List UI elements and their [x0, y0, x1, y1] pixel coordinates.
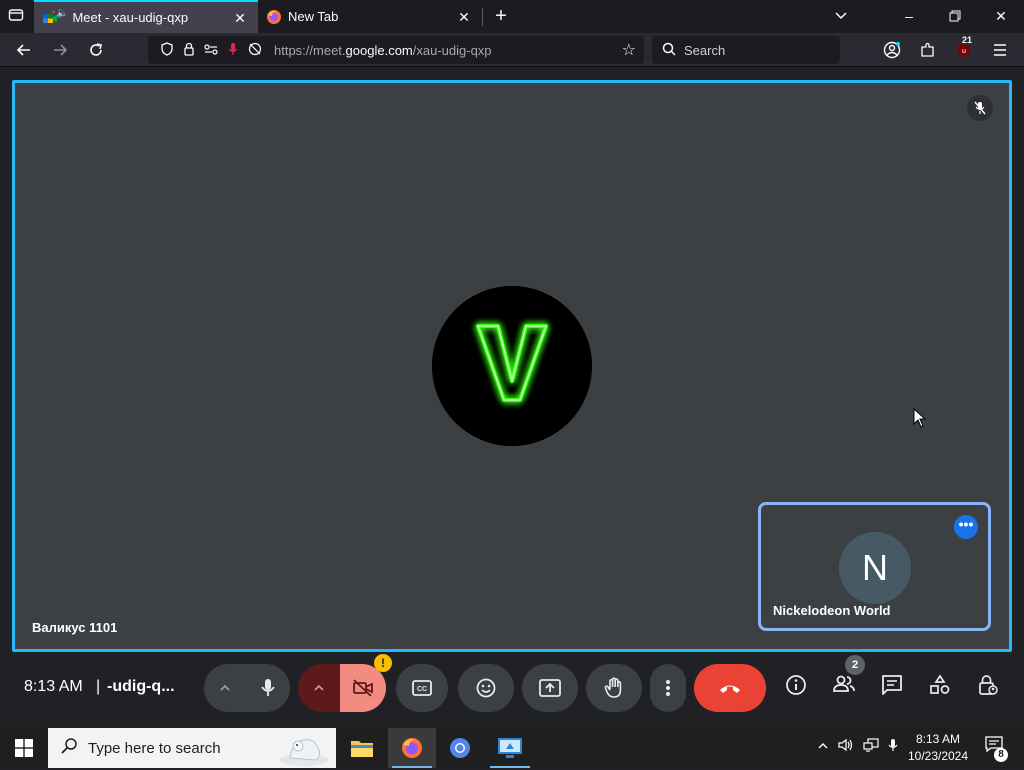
microphone-icon: [261, 679, 275, 696]
camera-off-icon: [353, 679, 373, 697]
extension-badge: 21: [960, 35, 975, 45]
search-icon: [60, 737, 78, 760]
lock-icon[interactable]: [178, 42, 200, 59]
hand-icon: [604, 677, 622, 698]
video-options-button[interactable]: [298, 664, 340, 712]
people-icon[interactable]: [830, 674, 858, 702]
camera-warning-badge: !: [374, 654, 392, 672]
leave-call-button[interactable]: [694, 664, 766, 712]
present-icon: [539, 679, 561, 697]
notification-count-badge: 8: [994, 748, 1008, 762]
address-bar[interactable]: https://meet.google.com/xau-udig-qxp ☆: [148, 36, 644, 64]
meeting-info-icon[interactable]: [782, 674, 810, 702]
raise-hand-button[interactable]: [586, 664, 642, 712]
windows-taskbar: Type here to search 8:13 AM 10/23/2024 8: [0, 728, 1024, 768]
reactions-button[interactable]: [458, 664, 514, 712]
back-button[interactable]: [12, 38, 36, 62]
hang-up-icon: [720, 685, 740, 693]
tab-new-tab[interactable]: New Tab ✕: [258, 0, 482, 33]
minimize-button[interactable]: –: [886, 0, 932, 33]
firefox-taskbar-icon[interactable]: [388, 728, 436, 768]
network-icon[interactable]: [860, 728, 882, 768]
close-tab-icon[interactable]: ✕: [456, 9, 472, 25]
google-meet-icon: [42, 10, 58, 26]
more-options-button[interactable]: [650, 664, 686, 712]
chat-icon[interactable]: [878, 674, 906, 702]
tab-separator: [482, 8, 483, 26]
tab-strip: 🔈 Meet - xau-udig-qxp ✕ New Tab ✕ + – ✕: [0, 0, 1024, 33]
search-placeholder: Type here to search: [88, 739, 221, 757]
tab-title: New Tab: [288, 9, 339, 24]
divider: |: [96, 678, 101, 695]
microphone-button[interactable]: [246, 664, 290, 712]
tab-title: Meet - xau-udig-qxp: [72, 10, 189, 25]
new-tab-button[interactable]: +: [490, 5, 512, 27]
hamburger-menu-icon[interactable]: [988, 38, 1012, 62]
activities-icon[interactable]: [926, 674, 954, 702]
taskbar-clock[interactable]: 8:13 AM 10/23/2024: [900, 731, 976, 765]
windows-start-icon[interactable]: [0, 728, 48, 768]
svg-text:CC: CC: [417, 686, 427, 693]
shield-icon[interactable]: [156, 41, 178, 59]
url-path: /xau-udig-qxp: [412, 42, 492, 58]
self-view-tile[interactable]: ••• N Nickelodeon World: [758, 502, 991, 631]
navigation-toolbar: https://meet.google.com/xau-udig-qxp ☆ S…: [0, 33, 1024, 67]
microphone-sharing-icon[interactable]: [222, 42, 244, 59]
close-window-button[interactable]: ✕: [978, 0, 1024, 33]
search-input[interactable]: Search: [652, 36, 840, 64]
firefox-icon: [266, 9, 282, 25]
restore-button[interactable]: [932, 0, 978, 33]
meeting-controls: 8:13 AM | ‑udig‑q... ! CC 2: [0, 654, 1024, 722]
chromium-icon[interactable]: [436, 728, 484, 768]
search-highlight-image: [278, 730, 330, 770]
camera-blocked-icon[interactable]: [244, 42, 266, 59]
account-icon[interactable]: [880, 38, 904, 62]
forward-button[interactable]: [48, 38, 72, 62]
permissions-icon[interactable]: [200, 42, 222, 59]
muted-mic-icon: [967, 95, 993, 121]
show-hidden-icons-icon[interactable]: [814, 728, 832, 768]
url-text[interactable]: https://meet.google.com/xau-udig-qxp: [274, 43, 492, 58]
taskbar-search-input[interactable]: Type here to search: [48, 728, 336, 768]
file-explorer-icon[interactable]: [338, 728, 386, 768]
firefox-view-icon[interactable]: [6, 7, 26, 27]
self-avatar: N: [839, 532, 911, 604]
remote-desktop-icon[interactable]: [486, 728, 534, 768]
tab-meet[interactable]: 🔈 Meet - xau-udig-qxp ✕: [34, 0, 258, 33]
close-tab-icon[interactable]: ✕: [232, 10, 248, 26]
participant-avatar: [432, 286, 592, 446]
host-controls-icon[interactable]: [974, 674, 1002, 702]
meet-page: Валикус 1101 ••• N Nickelodeon World 8:1…: [0, 68, 1024, 728]
captions-button[interactable]: CC: [396, 664, 448, 712]
participant-name: Валикус 1101: [32, 620, 118, 635]
audio-options-button[interactable]: [204, 664, 246, 712]
camera-button[interactable]: !: [340, 654, 392, 712]
people-count-badge: 2: [845, 655, 865, 675]
mouse-cursor-icon: [913, 407, 927, 433]
present-screen-button[interactable]: [522, 664, 578, 712]
list-all-tabs-button[interactable]: [830, 6, 852, 28]
taskbar-date: 10/23/2024: [907, 749, 969, 763]
more-vert-icon: [666, 680, 670, 696]
search-placeholder: Search: [684, 42, 726, 58]
emoji-icon: [476, 678, 496, 698]
captions-icon: CC: [412, 680, 432, 696]
extensions-icon[interactable]: [916, 38, 940, 62]
more-options-icon[interactable]: •••: [954, 515, 978, 539]
url-prefix: https://meet.: [274, 42, 346, 58]
reload-button[interactable]: [84, 38, 108, 62]
self-name: Nickelodeon World: [773, 603, 891, 618]
taskbar-time: 8:13 AM: [915, 732, 961, 746]
meeting-clock: 8:13 AM: [24, 678, 83, 695]
notifications-icon[interactable]: 8: [980, 736, 1008, 762]
url-domain: google.com: [345, 42, 413, 58]
volume-icon[interactable]: [836, 728, 856, 768]
bookmark-star-icon[interactable]: ☆: [622, 40, 636, 60]
search-icon: [662, 42, 676, 59]
meeting-code: ‑udig‑q...: [107, 678, 175, 695]
svg-text:u: u: [962, 48, 966, 55]
